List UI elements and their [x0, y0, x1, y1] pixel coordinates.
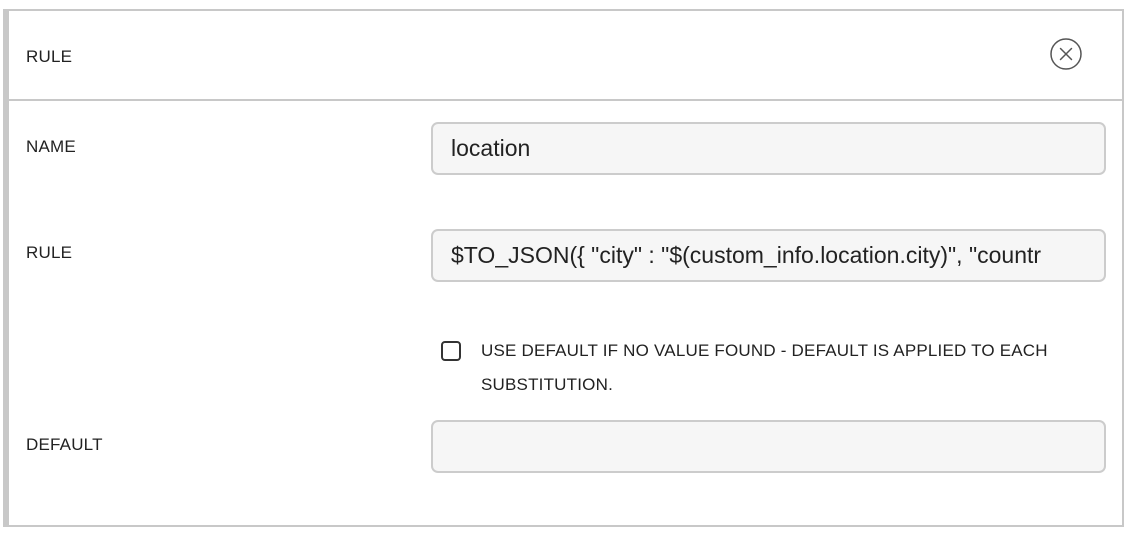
name-input[interactable]	[431, 122, 1106, 175]
rule-panel: RULE NAME RULE USE DEFAULT IF NO VALUE F…	[3, 9, 1124, 527]
close-button[interactable]	[1050, 38, 1082, 70]
panel-header: RULE	[9, 11, 1122, 101]
name-label: NAME	[26, 137, 76, 156]
close-circle-icon	[1050, 38, 1082, 70]
use-default-checkbox[interactable]	[441, 341, 461, 361]
rule-label: RULE	[26, 243, 73, 262]
panel-title: RULE	[26, 47, 73, 66]
use-default-label: USE DEFAULT IF NO VALUE FOUND - DEFAULT …	[481, 341, 1048, 394]
default-label: DEFAULT	[26, 435, 103, 454]
rule-input[interactable]	[431, 229, 1106, 282]
default-input[interactable]	[431, 420, 1106, 473]
